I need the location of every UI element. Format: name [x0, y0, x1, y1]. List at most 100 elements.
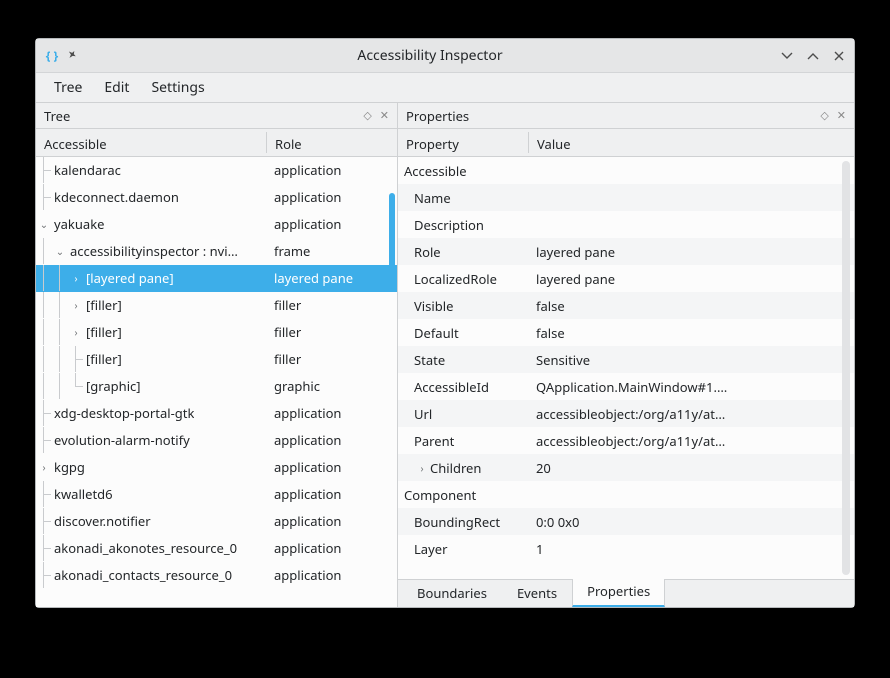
tree-pane-title: Tree	[44, 107, 355, 125]
property-value: accessibleobject:/org/a11y/at…	[528, 405, 854, 423]
tree-row[interactable]: ›[filler] filler	[36, 319, 397, 346]
properties-scrollbar[interactable]	[842, 161, 850, 575]
tree-row-name: [filler]	[84, 323, 122, 341]
properties-view[interactable]: AccessibleNameDescriptionRolelayered pan…	[398, 157, 854, 579]
tree-row[interactable]: kalendaracapplication	[36, 157, 397, 184]
property-row[interactable]: Defaultfalse	[398, 319, 854, 346]
property-value: 20	[528, 459, 854, 477]
chevron-right-icon[interactable]: ›	[68, 271, 84, 285]
property-name: Layer	[414, 540, 447, 558]
tree-row[interactable]: ⌄accessibilityinspector : nvi… frame	[36, 238, 397, 265]
chevron-right-icon[interactable]: ›	[36, 460, 52, 474]
tree-pane-close-icon[interactable]: ✕	[380, 108, 389, 123]
property-name: Role	[414, 243, 441, 261]
tab-events[interactable]: Events	[502, 578, 572, 607]
property-row[interactable]: Description	[398, 211, 854, 238]
tree-pane: Tree ◇ ✕ Accessible Role kalendaracappli…	[36, 103, 398, 607]
property-row[interactable]: Rolelayered pane	[398, 238, 854, 265]
tree-row-role: filler	[266, 292, 301, 318]
props-col-value[interactable]: Value	[529, 129, 579, 156]
property-row[interactable]: BoundingRect 0:0 0x0	[398, 508, 854, 535]
tree-row-role: application	[266, 157, 341, 183]
menu-settings[interactable]: Settings	[141, 74, 214, 101]
tree-row-role: application	[266, 454, 341, 480]
property-row[interactable]: Parentaccessibleobject:/org/a11y/at…	[398, 427, 854, 454]
tree-row[interactable]: evolution-alarm-notifyapplication	[36, 427, 397, 454]
content-split: Tree ◇ ✕ Accessible Role kalendaracappli…	[36, 103, 854, 607]
chevron-down-icon[interactable]: ⌄	[52, 244, 68, 258]
property-row[interactable]: ›Children20	[398, 454, 854, 481]
property-value: accessibleobject:/org/a11y/at…	[528, 432, 854, 450]
property-name: BoundingRect	[414, 513, 500, 531]
menu-edit[interactable]: Edit	[94, 74, 139, 101]
tree-pane-float-icon[interactable]: ◇	[363, 108, 371, 123]
properties-pane-float-icon[interactable]: ◇	[820, 108, 828, 123]
property-group[interactable]: Accessible	[398, 157, 854, 184]
tree-row-name: accessibilityinspector : nvi…	[68, 242, 238, 260]
property-name: Component	[398, 486, 476, 504]
chevron-down-icon[interactable]: ⌄	[36, 217, 52, 231]
tree-row-name: [filler]	[84, 296, 122, 314]
properties-pane-header: Properties ◇ ✕	[398, 103, 854, 129]
tab-boundaries[interactable]: Boundaries	[402, 578, 502, 607]
tree-row[interactable]: ›[filler] filler	[36, 292, 397, 319]
tree-row-name: kdeconnect.daemon	[52, 188, 179, 206]
tree-scrollbar[interactable]	[389, 193, 395, 289]
tree-row[interactable]: ›kgpg application	[36, 454, 397, 481]
property-name: State	[414, 351, 445, 369]
tree-row[interactable]: kdeconnect.daemonapplication	[36, 184, 397, 211]
property-row[interactable]: StateSensitive	[398, 346, 854, 373]
tree-row-role: application	[266, 211, 341, 237]
tree-row-role: application	[266, 535, 341, 561]
tree-row[interactable]: kwalletd6application	[36, 481, 397, 508]
tree-row[interactable]: akonadi_contacts_resource_0 application	[36, 562, 397, 589]
chevron-right-icon[interactable]: ›	[414, 461, 430, 475]
minimize-button[interactable]	[780, 49, 794, 63]
app-icon: { }	[44, 48, 60, 64]
property-row[interactable]: Layer1	[398, 535, 854, 562]
chevron-right-icon[interactable]: ›	[68, 298, 84, 312]
property-row[interactable]: Visiblefalse	[398, 292, 854, 319]
tree-row-name: kgpg	[52, 458, 85, 476]
property-group[interactable]: Component	[398, 481, 854, 508]
tree-view[interactable]: kalendaracapplicationkdeconnect.daemonap…	[36, 157, 397, 607]
property-row[interactable]: AccessibleIdQApplication.MainWindow#1.…	[398, 373, 854, 400]
tree-row[interactable]: ›[layered pane]layered pane	[36, 265, 397, 292]
tree-row-role: graphic	[266, 373, 320, 399]
tree-pane-header: Tree ◇ ✕	[36, 103, 397, 129]
maximize-button[interactable]	[806, 49, 820, 63]
tree-row-role: application	[266, 427, 341, 453]
property-name: Default	[414, 324, 459, 342]
property-value: 0:0 0x0	[528, 513, 854, 531]
props-col-property[interactable]: Property	[398, 129, 528, 156]
tree-row[interactable]: xdg-desktop-portal-gtk application	[36, 400, 397, 427]
chevron-right-icon[interactable]: ›	[68, 325, 84, 339]
tree-row[interactable]: akonadi_akonotes_resource_0application	[36, 535, 397, 562]
tree-col-accessible[interactable]: Accessible	[36, 129, 266, 156]
property-row[interactable]: LocalizedRolelayered pane	[398, 265, 854, 292]
close-button[interactable]	[832, 49, 846, 63]
property-name: Description	[414, 216, 484, 234]
property-name: AccessibleId	[414, 378, 489, 396]
menubar: Tree Edit Settings	[36, 73, 854, 103]
property-name: Name	[414, 189, 451, 207]
property-row[interactable]: Name	[398, 184, 854, 211]
tree-row-role: application	[266, 400, 341, 426]
tree-row-name: xdg-desktop-portal-gtk	[52, 404, 194, 422]
tree-row-role: filler	[266, 319, 301, 345]
property-value: layered pane	[528, 270, 854, 288]
pin-icon[interactable]	[66, 49, 80, 63]
tree-row-name: akonadi_contacts_resource_0	[52, 566, 232, 584]
property-name: Url	[414, 405, 432, 423]
tree-row-role: application	[266, 562, 341, 588]
tree-col-role[interactable]: Role	[267, 129, 310, 156]
tree-row[interactable]: ⌄yakuakeapplication	[36, 211, 397, 238]
tree-row[interactable]: discover.notifierapplication	[36, 508, 397, 535]
menu-tree[interactable]: Tree	[44, 74, 92, 101]
tree-row[interactable]: [graphic]graphic	[36, 373, 397, 400]
tree-row[interactable]: [filler]filler	[36, 346, 397, 373]
property-row[interactable]: Url accessibleobject:/org/a11y/at…	[398, 400, 854, 427]
tree-row-role: frame	[266, 238, 310, 264]
tab-properties[interactable]: Properties	[572, 576, 665, 607]
properties-pane-close-icon[interactable]: ✕	[837, 108, 846, 123]
